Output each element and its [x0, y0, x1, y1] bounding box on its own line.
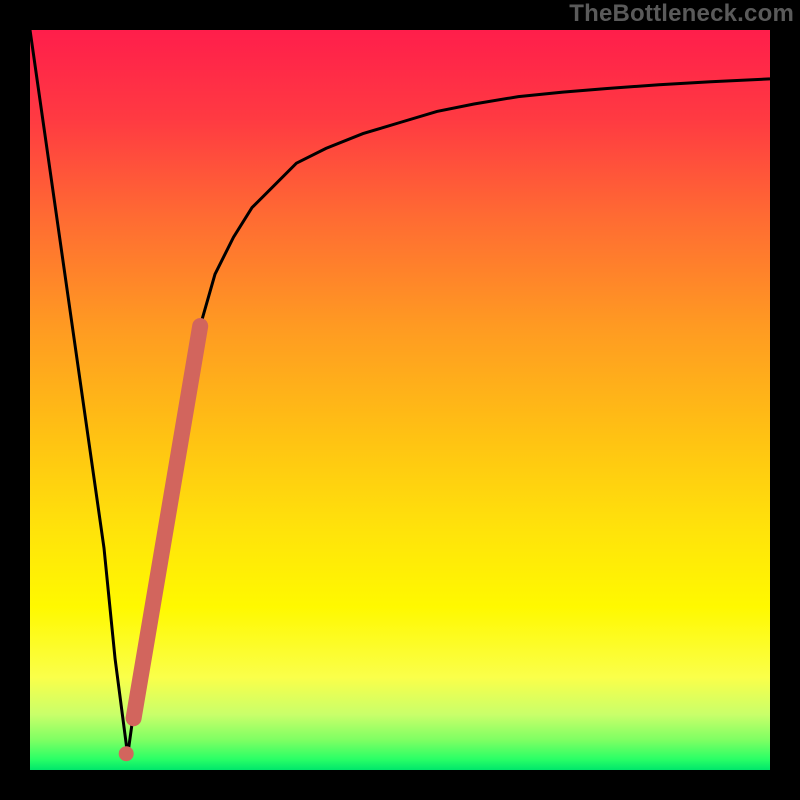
chart-frame: TheBottleneck.com [0, 0, 800, 800]
bottleneck-chart [0, 0, 800, 800]
highlight-min-dot [119, 746, 134, 761]
watermark-text: TheBottleneck.com [569, 0, 794, 28]
